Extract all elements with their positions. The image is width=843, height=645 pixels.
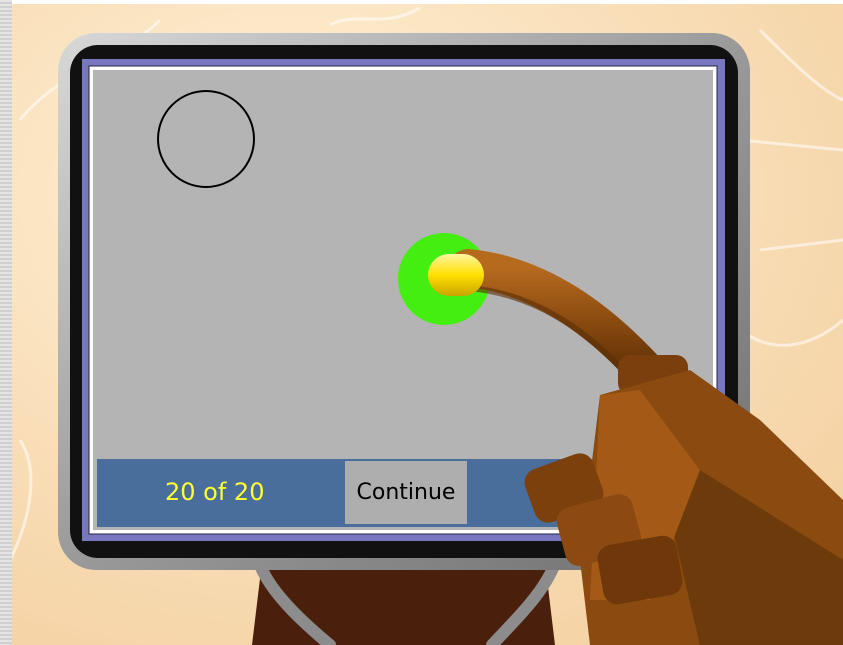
progress-counter: 20 of 20 bbox=[165, 478, 265, 506]
continue-button[interactable]: Continue bbox=[345, 461, 467, 524]
window-top-edge bbox=[0, 0, 843, 4]
window-left-edge bbox=[0, 0, 12, 645]
vr-scene bbox=[0, 0, 843, 645]
touch-feedback-icon bbox=[398, 233, 490, 325]
